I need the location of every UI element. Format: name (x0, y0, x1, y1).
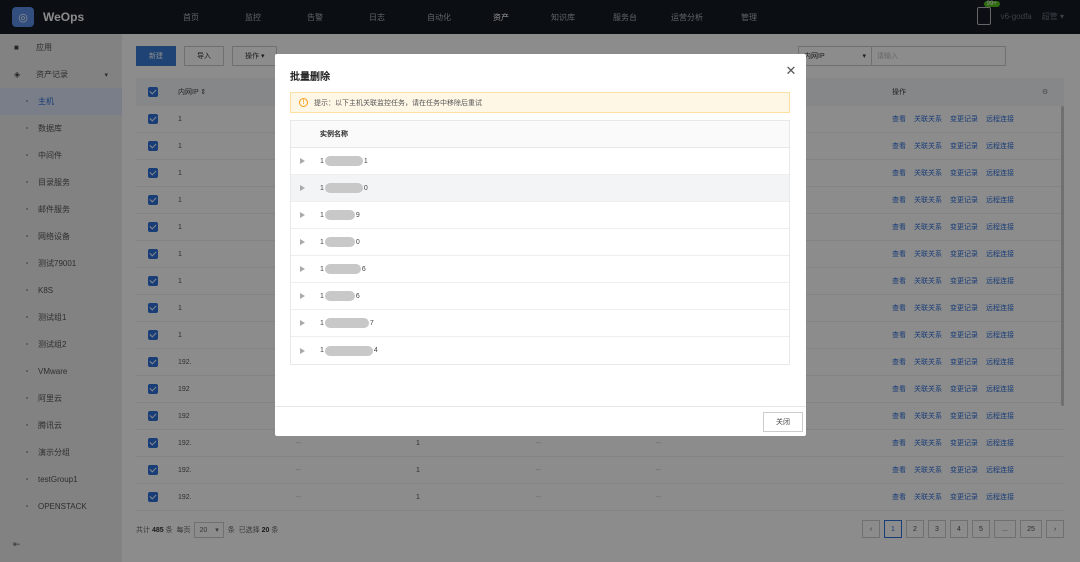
modal-title: 批量删除 (290, 72, 330, 83)
redacted-block (324, 291, 355, 301)
instance-row: 14 (291, 337, 789, 364)
redacted-block (324, 318, 369, 328)
instance-name: 16 (320, 264, 366, 274)
instance-name: 17 (320, 318, 374, 328)
instance-name: 11 (320, 156, 368, 166)
redacted-block (324, 183, 363, 193)
expand-caret-icon[interactable] (300, 185, 305, 191)
instance-row: 10 (291, 175, 789, 202)
close-button[interactable]: 关闭 (763, 412, 803, 432)
expand-caret-icon[interactable] (300, 347, 305, 354)
expand-caret-icon[interactable] (300, 320, 305, 326)
redacted-block (324, 345, 373, 356)
expand-caret-icon[interactable] (300, 293, 305, 299)
instance-row: 17 (291, 310, 789, 337)
batch-delete-modal: 批量删除 ✕ ! 提示：以下主机关联监控任务，请在任务中移除后重试 实例名称 1… (275, 54, 806, 436)
instance-name: 14 (320, 345, 378, 356)
expand-caret-icon[interactable] (300, 239, 305, 245)
redacted-block (324, 210, 355, 220)
instance-name: 10 (320, 237, 360, 247)
expand-caret-icon[interactable] (300, 212, 305, 218)
instance-row: 16 (291, 283, 789, 310)
instance-name: 16 (320, 291, 360, 301)
instance-name: 10 (320, 183, 368, 193)
redacted-block (324, 237, 355, 247)
instance-name-header: 实例名称 (291, 121, 789, 148)
instance-row: 16 (291, 256, 789, 283)
expand-caret-icon[interactable] (300, 158, 305, 164)
redacted-block (324, 264, 361, 274)
instance-table: 实例名称 11 10 19 10 16 16 17 14 (290, 120, 790, 365)
redacted-block (324, 156, 363, 166)
instance-name: 19 (320, 210, 360, 220)
expand-caret-icon[interactable] (300, 266, 305, 272)
instance-row: 19 (291, 202, 789, 229)
close-icon[interactable]: ✕ (784, 63, 798, 78)
warning-notice: ! 提示：以下主机关联监控任务，请在任务中移除后重试 (290, 92, 790, 113)
instance-row: 11 (291, 148, 789, 175)
instance-row: 10 (291, 229, 789, 256)
warning-icon: ! (299, 98, 308, 107)
